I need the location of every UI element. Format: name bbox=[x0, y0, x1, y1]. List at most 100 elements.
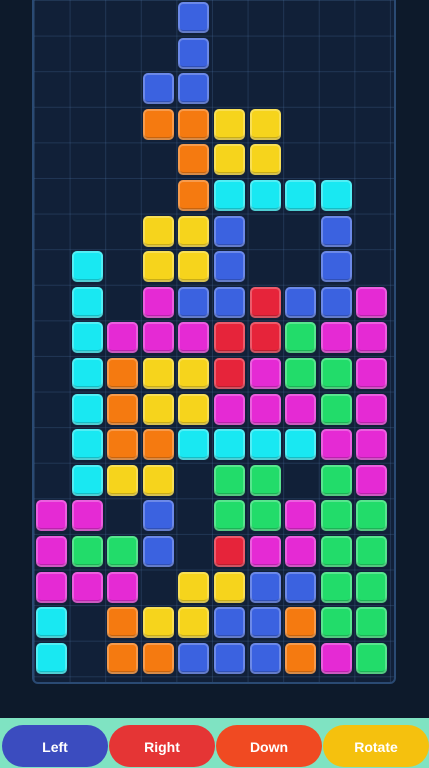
tetromino-block bbox=[249, 571, 281, 603]
tetromino-block bbox=[107, 642, 139, 674]
tetromino-block bbox=[285, 429, 317, 461]
tetromino-block bbox=[71, 500, 103, 532]
tetromino-block bbox=[36, 642, 67, 674]
tetromino-block bbox=[142, 358, 174, 389]
tetromino-block bbox=[249, 322, 281, 354]
tetromino-block bbox=[36, 571, 67, 603]
tetromino-block bbox=[214, 358, 245, 389]
tetromino-block bbox=[142, 286, 174, 318]
tetromino-block bbox=[320, 500, 352, 532]
tetromino-block bbox=[214, 180, 245, 211]
tetromino-block bbox=[356, 429, 388, 461]
tetromino-block bbox=[142, 429, 174, 461]
tetromino-block bbox=[356, 571, 388, 603]
tetromino-block bbox=[178, 180, 210, 211]
tetromino-block bbox=[356, 607, 388, 639]
tetromino-block bbox=[178, 358, 210, 389]
tetromino-block bbox=[71, 322, 103, 354]
tetromino-block bbox=[356, 500, 388, 532]
tetromino-block bbox=[320, 215, 352, 247]
tetromino-block bbox=[142, 108, 174, 140]
tetromino-block bbox=[356, 322, 388, 354]
tetromino-block bbox=[71, 464, 103, 496]
tetromino-block bbox=[249, 464, 281, 496]
tetromino-block bbox=[356, 358, 388, 389]
tetromino-block bbox=[142, 73, 174, 105]
tetromino-block bbox=[249, 144, 281, 176]
tetromino-block bbox=[142, 215, 174, 247]
tetromino-block bbox=[178, 144, 210, 176]
tetromino-block bbox=[71, 429, 103, 461]
tetromino-block bbox=[320, 642, 352, 674]
tetromino-block bbox=[320, 286, 352, 318]
tetromino-block bbox=[178, 2, 210, 33]
tetromino-block bbox=[249, 607, 281, 639]
tetromino-block bbox=[249, 180, 281, 211]
move-down-button[interactable]: Down bbox=[216, 725, 322, 767]
tetromino-block bbox=[107, 358, 139, 389]
tetromino-block bbox=[71, 536, 103, 567]
tetromino-block bbox=[178, 286, 210, 318]
tetromino-block bbox=[178, 108, 210, 140]
tetromino-block bbox=[285, 393, 317, 425]
tetromino-block bbox=[249, 358, 281, 389]
move-right-button[interactable]: Right bbox=[109, 725, 215, 767]
tetromino-block bbox=[285, 642, 317, 674]
tetromino-block bbox=[142, 393, 174, 425]
tetromino-block bbox=[107, 322, 139, 354]
tetromino-block bbox=[249, 429, 281, 461]
tetromino-block bbox=[214, 251, 245, 283]
rotate-button[interactable]: Rotate bbox=[323, 725, 429, 767]
tetromino-block bbox=[214, 108, 245, 140]
move-left-button[interactable]: Left bbox=[2, 725, 108, 767]
tetromino-block bbox=[214, 571, 245, 603]
tetromino-block bbox=[71, 358, 103, 389]
tetromino-block bbox=[320, 251, 352, 283]
tetromino-block bbox=[214, 429, 245, 461]
tetromino-block bbox=[320, 571, 352, 603]
tetromino-block bbox=[36, 500, 67, 532]
tetromino-block bbox=[71, 286, 103, 318]
tetromino-block bbox=[356, 464, 388, 496]
tetromino-block bbox=[214, 286, 245, 318]
tetromino-block bbox=[71, 251, 103, 283]
tetromino-block bbox=[285, 322, 317, 354]
tetromino-block bbox=[142, 607, 174, 639]
tetromino-block bbox=[36, 607, 67, 639]
tetromino-block bbox=[285, 607, 317, 639]
tetromino-block bbox=[249, 536, 281, 567]
tetromino-block bbox=[214, 642, 245, 674]
tetromino-block bbox=[107, 464, 139, 496]
tetromino-block bbox=[214, 500, 245, 532]
tetromino-block bbox=[249, 393, 281, 425]
game-board bbox=[32, 0, 396, 684]
tetromino-block bbox=[214, 144, 245, 176]
tetromino-block bbox=[178, 607, 210, 639]
tetromino-block bbox=[214, 607, 245, 639]
tetromino-block bbox=[142, 322, 174, 354]
tetromino-block bbox=[107, 429, 139, 461]
tetromino-block bbox=[142, 642, 174, 674]
tetromino-block bbox=[214, 393, 245, 425]
tetromino-block bbox=[178, 251, 210, 283]
control-bar: Left Right Down Rotate bbox=[0, 718, 429, 768]
tetromino-block bbox=[71, 571, 103, 603]
tetromino-block bbox=[285, 180, 317, 211]
tetromino-block bbox=[249, 642, 281, 674]
tetromino-block bbox=[178, 215, 210, 247]
tetromino-block bbox=[178, 571, 210, 603]
tetromino-block bbox=[214, 464, 245, 496]
tetromino-block bbox=[285, 286, 317, 318]
tetromino-block bbox=[178, 429, 210, 461]
tetromino-block bbox=[107, 393, 139, 425]
tetromino-block bbox=[214, 215, 245, 247]
tetromino-block bbox=[320, 607, 352, 639]
tetromino-block bbox=[285, 536, 317, 567]
tetromino-block bbox=[142, 251, 174, 283]
tetromino-block bbox=[107, 607, 139, 639]
tetromino-block bbox=[249, 108, 281, 140]
tetromino-block bbox=[71, 393, 103, 425]
tetromino-block bbox=[214, 536, 245, 567]
tetromino-block bbox=[356, 393, 388, 425]
tetromino-block bbox=[142, 500, 174, 532]
